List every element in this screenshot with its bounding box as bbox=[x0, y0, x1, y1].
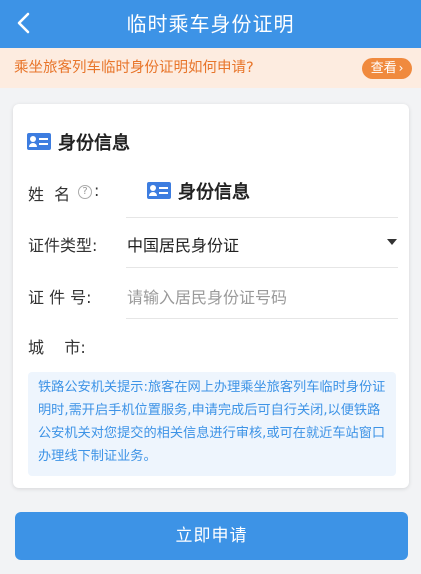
notice-text[interactable]: 乘坐旅客列车临时身份证明如何申请? bbox=[14, 48, 254, 88]
id-type-label: 证件类型: bbox=[28, 236, 98, 255]
city-label: 城 市: bbox=[28, 338, 86, 357]
tip-text: 铁路公安机关提示:旅客在网上办理乘坐旅客列车临时身份证明时,需开启手机位置服务,… bbox=[38, 380, 386, 464]
divider bbox=[126, 318, 398, 319]
id-type-select[interactable]: 中国居民身份证 bbox=[127, 232, 239, 256]
dropdown-arrow-icon[interactable] bbox=[387, 239, 397, 245]
name-value[interactable]: 身份信息 bbox=[178, 178, 250, 204]
section-title: 身份信息 bbox=[58, 133, 130, 154]
app-header: 临时乘车身份证明 bbox=[0, 0, 421, 48]
view-button-label: 查看 bbox=[370, 61, 397, 76]
id-number-input[interactable]: 请输入居民身份证号码 bbox=[127, 284, 287, 308]
help-icon[interactable]: ? bbox=[78, 185, 92, 199]
page-title: 临时乘车身份证明 bbox=[126, 12, 295, 36]
view-button[interactable]: 查看 › bbox=[362, 58, 412, 79]
id-card-icon bbox=[27, 133, 51, 150]
name-colon: : bbox=[94, 181, 100, 200]
name-label: 姓 名 bbox=[28, 185, 71, 204]
chevron-right-icon: › bbox=[398, 61, 404, 75]
id-number-label: 证 件 号: bbox=[28, 288, 92, 307]
submit-button[interactable]: 立即申请 bbox=[15, 512, 408, 560]
divider bbox=[126, 267, 398, 268]
divider bbox=[126, 217, 398, 218]
id-card-icon bbox=[147, 182, 171, 199]
notice-bar: 乘坐旅客列车临时身份证明如何申请? bbox=[0, 48, 421, 88]
